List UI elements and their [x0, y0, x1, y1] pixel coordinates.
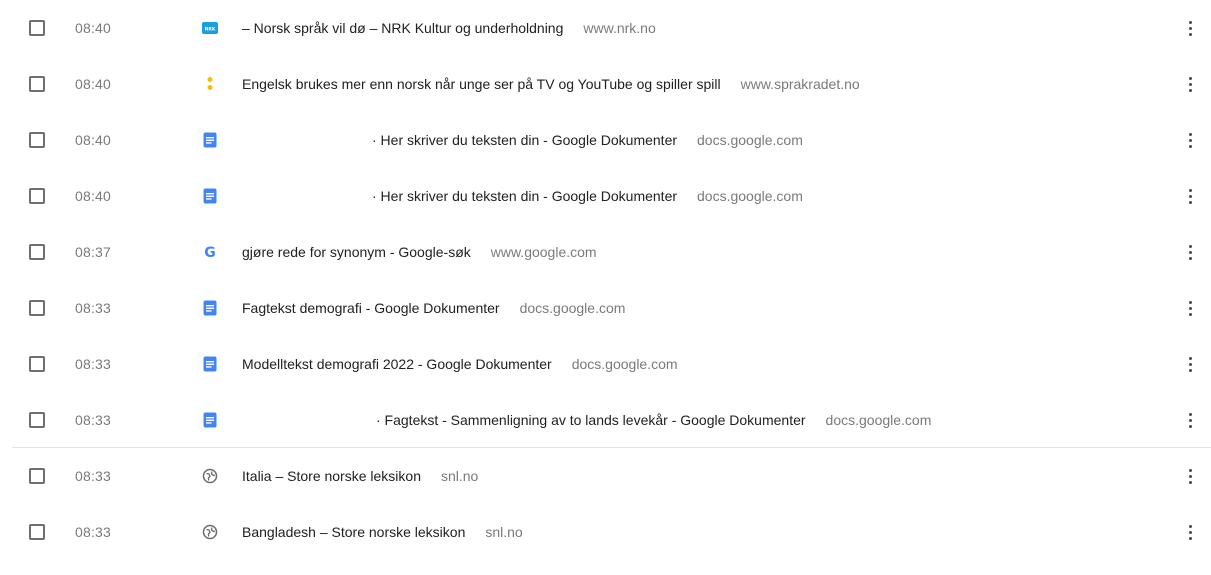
history-item-domain: www.google.com	[490, 244, 597, 260]
history-item-title[interactable]: · Fagtekst - Sammenligning av to lands l…	[376, 412, 806, 428]
visit-time: 08:40	[75, 188, 112, 204]
sprakradet-icon	[202, 76, 218, 92]
visit-time: 08:33	[75, 412, 112, 428]
svg-text:NRK: NRK	[205, 27, 216, 33]
redacted-area	[242, 412, 376, 428]
visit-time: 08:37	[75, 244, 112, 260]
history-item-title[interactable]: Bangladesh – Store norske leksikon	[242, 524, 465, 540]
visit-time: 08:33	[75, 300, 112, 316]
history-item-domain: docs.google.com	[571, 356, 678, 372]
select-checkbox[interactable]	[29, 524, 45, 540]
nrk-icon: NRK	[202, 20, 218, 36]
google-docs-icon	[202, 412, 218, 428]
select-checkbox[interactable]	[29, 300, 45, 316]
history-item-domain: docs.google.com	[697, 188, 803, 204]
history-list: 08:40 NRK – Norsk språk vil dø – NRK Kul…	[12, 0, 1211, 560]
history-item[interactable]: 08:33 Italia – Store norske leksikon snl…	[12, 448, 1211, 504]
more-actions-icon[interactable]	[1178, 296, 1202, 320]
more-actions-icon[interactable]	[1178, 128, 1202, 152]
history-item-domain: docs.google.com	[519, 300, 626, 316]
google-docs-icon	[202, 188, 218, 204]
visit-time: 08:40	[75, 20, 112, 36]
visit-time: 08:33	[75, 524, 112, 540]
select-checkbox[interactable]	[29, 188, 45, 204]
history-item-title[interactable]: · Her skriver du teksten din - Google Do…	[372, 188, 677, 204]
more-actions-icon[interactable]	[1178, 464, 1202, 488]
redacted-area	[242, 188, 372, 204]
visit-time: 08:40	[75, 132, 112, 148]
history-item[interactable]: 08:40 · Her skriver du teksten din - Goo…	[12, 168, 1211, 224]
history-item-title[interactable]: · Her skriver du teksten din - Google Do…	[372, 132, 677, 148]
google-docs-icon	[202, 356, 218, 372]
history-item-domain: www.nrk.no	[583, 20, 656, 36]
history-item[interactable]: 08:33 Fagtekst demografi - Google Dokume…	[12, 280, 1211, 336]
google-icon: G	[202, 244, 218, 260]
more-actions-icon[interactable]	[1178, 352, 1202, 376]
history-item-title[interactable]: Engelsk brukes mer enn norsk når unge se…	[242, 76, 721, 92]
history-item-title[interactable]: Modelltekst demografi 2022 - Google Doku…	[242, 356, 552, 372]
history-item-domain: snl.no	[440, 468, 479, 484]
history-item[interactable]: 08:40 · Her skriver du teksten din - Goo…	[12, 112, 1211, 168]
google-docs-icon	[202, 132, 218, 148]
select-checkbox[interactable]	[29, 76, 45, 92]
more-actions-icon[interactable]	[1178, 520, 1202, 544]
more-actions-icon[interactable]	[1178, 184, 1202, 208]
more-actions-icon[interactable]	[1178, 408, 1202, 432]
visit-time: 08:33	[75, 468, 112, 484]
select-checkbox[interactable]	[29, 412, 45, 428]
history-item-title[interactable]: – Norsk språk vil dø – NRK Kultur og und…	[242, 20, 563, 36]
select-checkbox[interactable]	[29, 468, 45, 484]
history-item-title[interactable]: gjøre rede for synonym - Google-søk	[242, 244, 471, 260]
select-checkbox[interactable]	[29, 20, 45, 36]
history-item[interactable]: 08:37 G gjøre rede for synonym - Google-…	[12, 224, 1211, 280]
history-item-domain: docs.google.com	[697, 132, 803, 148]
history-item-domain: docs.google.com	[825, 412, 932, 428]
select-checkbox[interactable]	[29, 244, 45, 260]
history-item[interactable]: 08:40 Engelsk brukes mer enn norsk når u…	[12, 56, 1211, 112]
history-item[interactable]: 08:33 Modelltekst demografi 2022 - Googl…	[12, 336, 1211, 392]
visit-time: 08:40	[75, 76, 112, 92]
history-item-domain: snl.no	[485, 524, 523, 540]
more-actions-icon[interactable]	[1178, 16, 1202, 40]
globe-icon	[202, 468, 218, 484]
history-item-title[interactable]: Italia – Store norske leksikon	[242, 468, 421, 484]
more-actions-icon[interactable]	[1178, 240, 1202, 264]
history-item[interactable]: 08:33 Bangladesh – Store norske leksikon…	[12, 504, 1211, 560]
history-item-title[interactable]: Fagtekst demografi - Google Dokumenter	[242, 300, 500, 316]
select-checkbox[interactable]	[29, 132, 45, 148]
history-item[interactable]: 08:40 NRK – Norsk språk vil dø – NRK Kul…	[12, 0, 1211, 56]
history-item-domain: www.sprakradet.no	[740, 76, 860, 92]
visit-time: 08:33	[75, 356, 112, 372]
more-actions-icon[interactable]	[1178, 72, 1202, 96]
redacted-area	[242, 132, 372, 148]
google-docs-icon	[202, 300, 218, 316]
svg-text:G: G	[204, 245, 216, 260]
history-item[interactable]: 08:33 · Fagtekst - Sammenligning av to l…	[12, 392, 1211, 448]
select-checkbox[interactable]	[29, 356, 45, 372]
globe-icon	[202, 524, 218, 540]
